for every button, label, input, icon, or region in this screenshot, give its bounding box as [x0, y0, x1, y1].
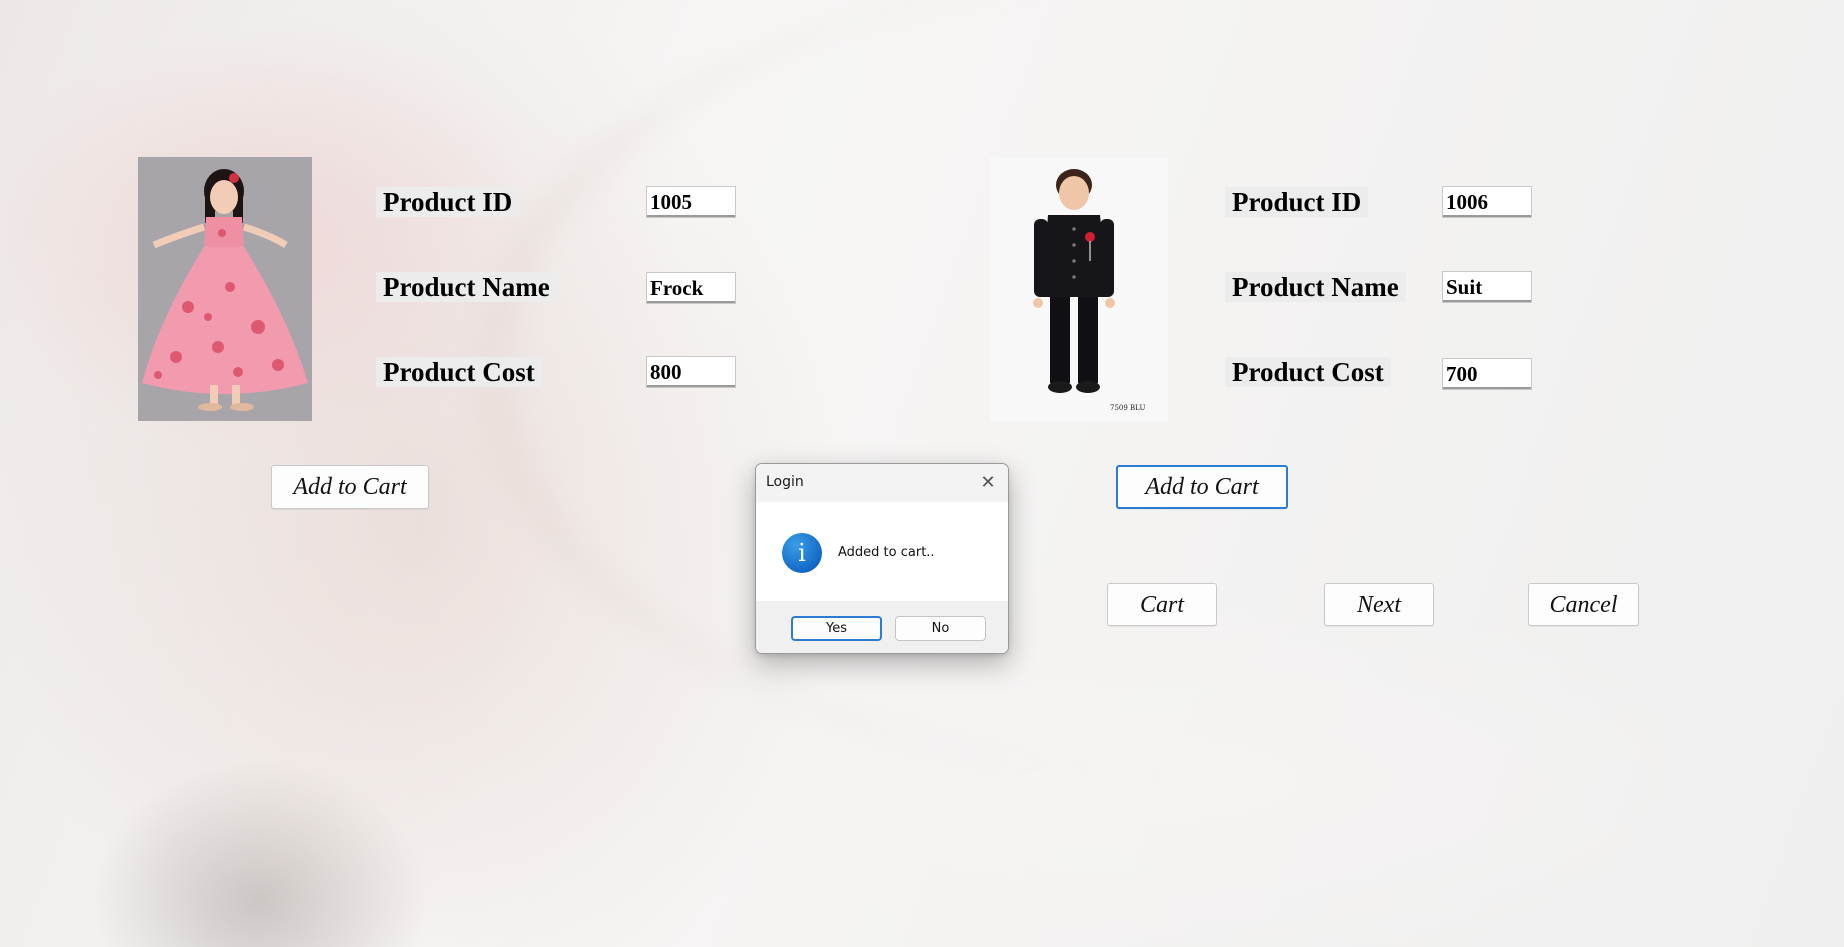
close-icon[interactable]: ✕ [974, 470, 1002, 496]
message-dialog: Login ✕ i Added to cart.. Yes No [755, 463, 1009, 654]
product-name-field[interactable]: Suit [1442, 271, 1532, 303]
cancel-button[interactable]: Cancel [1528, 583, 1639, 626]
label-product-id: Product ID [376, 187, 520, 217]
product-image-frock [138, 157, 312, 421]
add-to-cart-button[interactable]: Add to Cart [1116, 465, 1288, 509]
dialog-titlebar[interactable]: Login ✕ [756, 464, 1008, 502]
product-id-field[interactable]: 1006 [1442, 186, 1532, 218]
no-button[interactable]: No [895, 616, 986, 641]
dialog-title: Login [766, 474, 804, 490]
add-to-cart-button[interactable]: Add to Cart [271, 465, 429, 509]
dialog-body: i Added to cart.. [756, 502, 1008, 600]
image-caption: 7509 BLU [1110, 404, 1146, 412]
label-product-id: Product ID [1225, 187, 1369, 217]
dialog-message: Added to cart.. [838, 545, 935, 560]
product-name-field[interactable]: Frock [646, 272, 736, 304]
product-cost-field[interactable]: 800 [646, 356, 736, 388]
product-id-field[interactable]: 1005 [646, 186, 736, 218]
cart-button[interactable]: Cart [1107, 583, 1217, 626]
product-image-suit: 7509 BLU [990, 157, 1168, 421]
label-product-name: Product Name [1225, 272, 1406, 302]
yes-button[interactable]: Yes [791, 616, 882, 641]
info-icon: i [782, 533, 822, 573]
label-product-cost: Product Cost [1225, 357, 1391, 387]
dialog-footer: Yes No [756, 601, 1008, 653]
product-cost-field[interactable]: 700 [1442, 358, 1532, 390]
label-product-cost: Product Cost [376, 357, 542, 387]
next-button[interactable]: Next [1324, 583, 1434, 626]
label-product-name: Product Name [376, 272, 557, 302]
